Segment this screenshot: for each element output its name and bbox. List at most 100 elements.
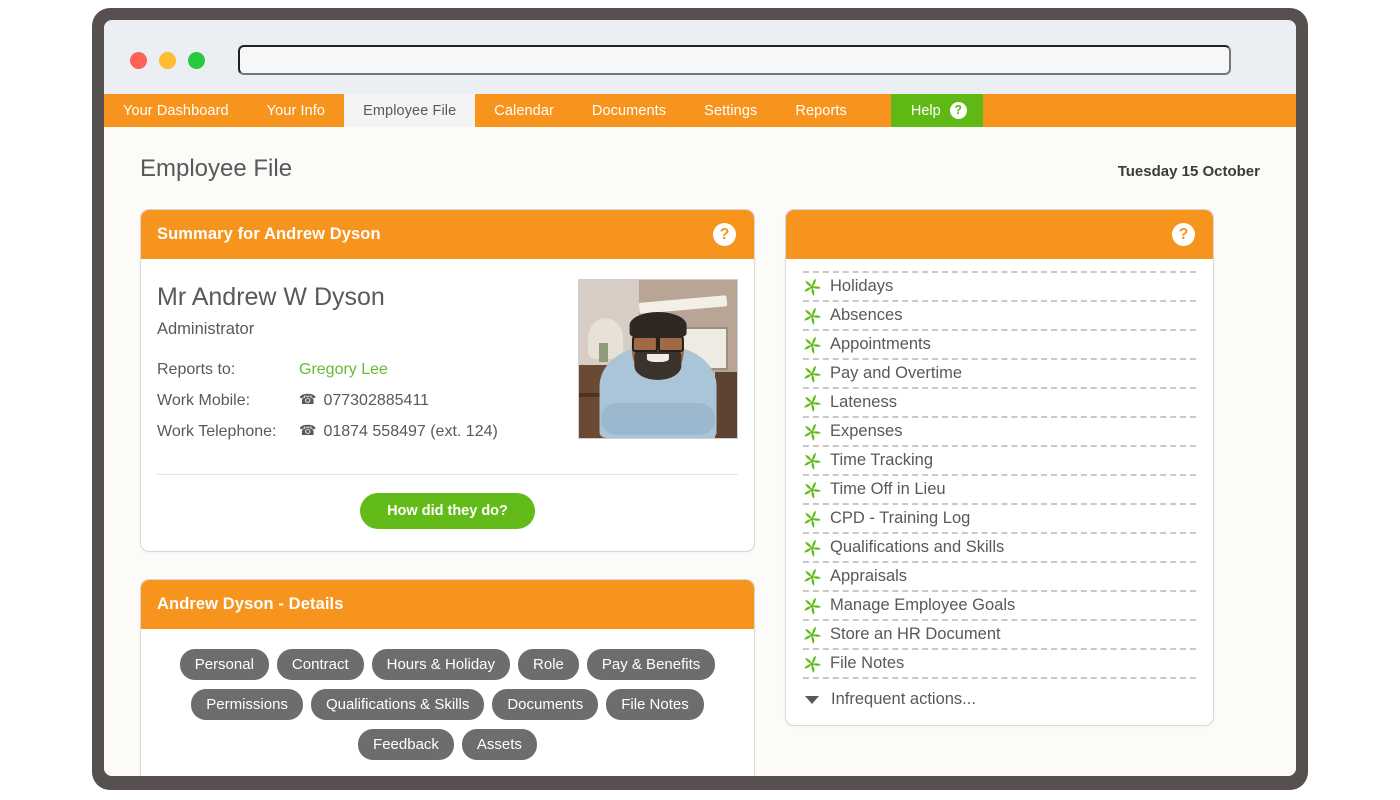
details-pill-group: Personal Contract Hours & Holiday Role P… xyxy=(141,629,754,776)
summary-card-title: Summary for Andrew Dyson xyxy=(157,225,381,243)
action-item-manage-employee-goals[interactable]: Manage Employee Goals xyxy=(803,590,1196,619)
pinwheel-icon xyxy=(804,626,821,644)
employee-detail-rows: Reports to: Gregory Lee Work Mobile: ☎ 0… xyxy=(157,361,498,441)
detail-label: Work Telephone: xyxy=(157,423,277,440)
action-item-absences[interactable]: Absences xyxy=(803,300,1196,329)
page-header: Employee File Tuesday 15 October xyxy=(140,155,1260,183)
action-item-time-tracking[interactable]: Time Tracking xyxy=(803,445,1196,474)
details-card-title: Andrew Dyson - Details xyxy=(157,595,344,613)
phone-icon: ☎ xyxy=(299,422,317,438)
pill-assets[interactable]: Assets xyxy=(461,729,537,760)
work-mobile-number: 077302885411 xyxy=(323,392,430,409)
pinwheel-icon xyxy=(804,394,821,412)
maximize-window-button[interactable] xyxy=(188,52,205,69)
action-item-holidays[interactable]: Holidays xyxy=(803,271,1196,300)
employee-job-title: Administrator xyxy=(157,320,255,338)
nav-item-calendar[interactable]: Calendar xyxy=(475,94,573,127)
pinwheel-icon xyxy=(804,452,821,470)
employee-photo xyxy=(578,279,738,439)
nav-item-documents[interactable]: Documents xyxy=(573,94,685,127)
nav-filler xyxy=(983,94,1296,127)
help-question-icon[interactable]: ? xyxy=(1172,223,1195,246)
nav-help-label: Help xyxy=(910,102,941,119)
summary-card: Summary for Andrew Dyson ? Mr Andrew W D… xyxy=(140,209,755,552)
left-column: Summary for Andrew Dyson ? Mr Andrew W D… xyxy=(140,209,755,776)
nav-item-settings[interactable]: Settings xyxy=(685,94,776,127)
details-card-header: Andrew Dyson - Details xyxy=(141,580,754,629)
action-item-appointments[interactable]: Appointments xyxy=(803,329,1196,358)
pinwheel-icon xyxy=(804,597,821,615)
pinwheel-icon xyxy=(804,423,821,441)
action-item-file-notes[interactable]: File Notes xyxy=(803,648,1196,677)
action-item-store-an-hr-document[interactable]: Store an HR Document xyxy=(803,619,1196,648)
action-item-expenses[interactable]: Expenses xyxy=(803,416,1196,445)
pinwheel-icon xyxy=(804,481,821,499)
actions-card: ? Holidays Absences Appointments Pay and Ov… xyxy=(785,209,1214,726)
action-item-label: CPD - Training Log xyxy=(830,509,971,527)
pinwheel-icon xyxy=(804,510,821,528)
action-item-label: Time Tracking xyxy=(830,451,933,469)
close-window-button[interactable] xyxy=(130,52,147,69)
pinwheel-icon xyxy=(804,568,821,586)
pinwheel-icon xyxy=(804,278,821,296)
action-item-appraisals[interactable]: Appraisals xyxy=(803,561,1196,590)
how-did-they-do-button[interactable]: How did they do? xyxy=(360,493,535,529)
action-item-pay-and-overtime[interactable]: Pay and Overtime xyxy=(803,358,1196,387)
employee-info: Mr Andrew W Dyson Administrator Reports … xyxy=(157,279,498,454)
action-item-label: Appraisals xyxy=(830,567,908,585)
nav-item-your-dashboard[interactable]: Your Dashboard xyxy=(104,94,248,127)
action-item-label: Pay and Overtime xyxy=(830,364,963,382)
pill-qualifications-and-skills[interactable]: Qualifications & Skills xyxy=(310,689,485,720)
address-bar-input[interactable] xyxy=(238,45,1231,75)
content-columns: Summary for Andrew Dyson ? Mr Andrew W D… xyxy=(140,209,1260,776)
action-item-qualifications-and-skills[interactable]: Qualifications and Skills xyxy=(803,532,1196,561)
action-item-label: Manage Employee Goals xyxy=(830,596,1016,614)
actions-list: Holidays Absences Appointments Pay and Over… xyxy=(786,259,1213,725)
detail-row-work-mobile: Work Mobile: ☎ 077302885411 xyxy=(157,391,498,410)
nav-item-help[interactable]: Help ? xyxy=(890,94,983,127)
nav-item-employee-file[interactable]: Employee File xyxy=(344,94,476,127)
help-question-icon[interactable]: ? xyxy=(713,223,736,246)
pinwheel-icon xyxy=(804,336,821,354)
summary-card-body: Mr Andrew W Dyson Administrator Reports … xyxy=(141,259,754,454)
action-item-label: Time Off in Lieu xyxy=(830,480,946,498)
current-date: Tuesday 15 October xyxy=(1117,163,1260,180)
pinwheel-icon xyxy=(804,655,821,673)
minimize-window-button[interactable] xyxy=(159,52,176,69)
action-item-label: Expenses xyxy=(830,422,903,440)
summary-card-header: Summary for Andrew Dyson ? xyxy=(141,210,754,259)
pinwheel-icon xyxy=(804,307,821,325)
summary-actions: How did they do? xyxy=(141,475,754,551)
action-item-label: Lateness xyxy=(830,393,897,411)
employee-name: Mr Andrew W Dyson xyxy=(157,283,385,311)
reports-to-link[interactable]: Gregory Lee xyxy=(299,361,388,379)
pill-pay-and-benefits[interactable]: Pay & Benefits xyxy=(586,649,716,680)
detail-label: Reports to: xyxy=(157,361,236,378)
action-item-label: Holidays xyxy=(830,277,894,295)
pill-permissions[interactable]: Permissions xyxy=(191,689,303,720)
pill-personal[interactable]: Personal xyxy=(179,649,269,680)
actions-card-header: ? xyxy=(786,210,1213,259)
action-item-cpd-training-log[interactable]: CPD - Training Log xyxy=(803,503,1196,532)
traffic-lights xyxy=(130,52,205,69)
action-item-lateness[interactable]: Lateness xyxy=(803,387,1196,416)
browser-window: Your Dashboard Your Info Employee File C… xyxy=(104,20,1296,776)
action-item-time-off-in-lieu[interactable]: Time Off in Lieu xyxy=(803,474,1196,503)
pill-file-notes[interactable]: File Notes xyxy=(606,689,704,720)
pill-feedback[interactable]: Feedback xyxy=(358,729,454,760)
pill-contract[interactable]: Contract xyxy=(276,649,364,680)
work-telephone-number: 01874 558497 (ext. 124) xyxy=(323,423,498,440)
pill-role[interactable]: Role xyxy=(518,649,579,680)
device-frame: Your Dashboard Your Info Employee File C… xyxy=(92,8,1308,790)
page-title: Employee File xyxy=(140,155,293,182)
action-item-label: Appointments xyxy=(830,335,931,353)
pinwheel-icon xyxy=(804,365,821,383)
pill-documents[interactable]: Documents xyxy=(492,689,599,720)
pill-hours-and-holiday[interactable]: Hours & Holiday xyxy=(371,649,511,680)
nav-item-your-info[interactable]: Your Info xyxy=(248,94,344,127)
infrequent-actions-toggle[interactable]: Infrequent actions... xyxy=(803,677,1196,715)
infrequent-actions-label: Infrequent actions... xyxy=(831,690,976,708)
action-item-label: Absences xyxy=(830,306,903,324)
help-question-icon[interactable]: ? xyxy=(949,102,967,119)
nav-item-reports[interactable]: Reports xyxy=(776,94,865,127)
